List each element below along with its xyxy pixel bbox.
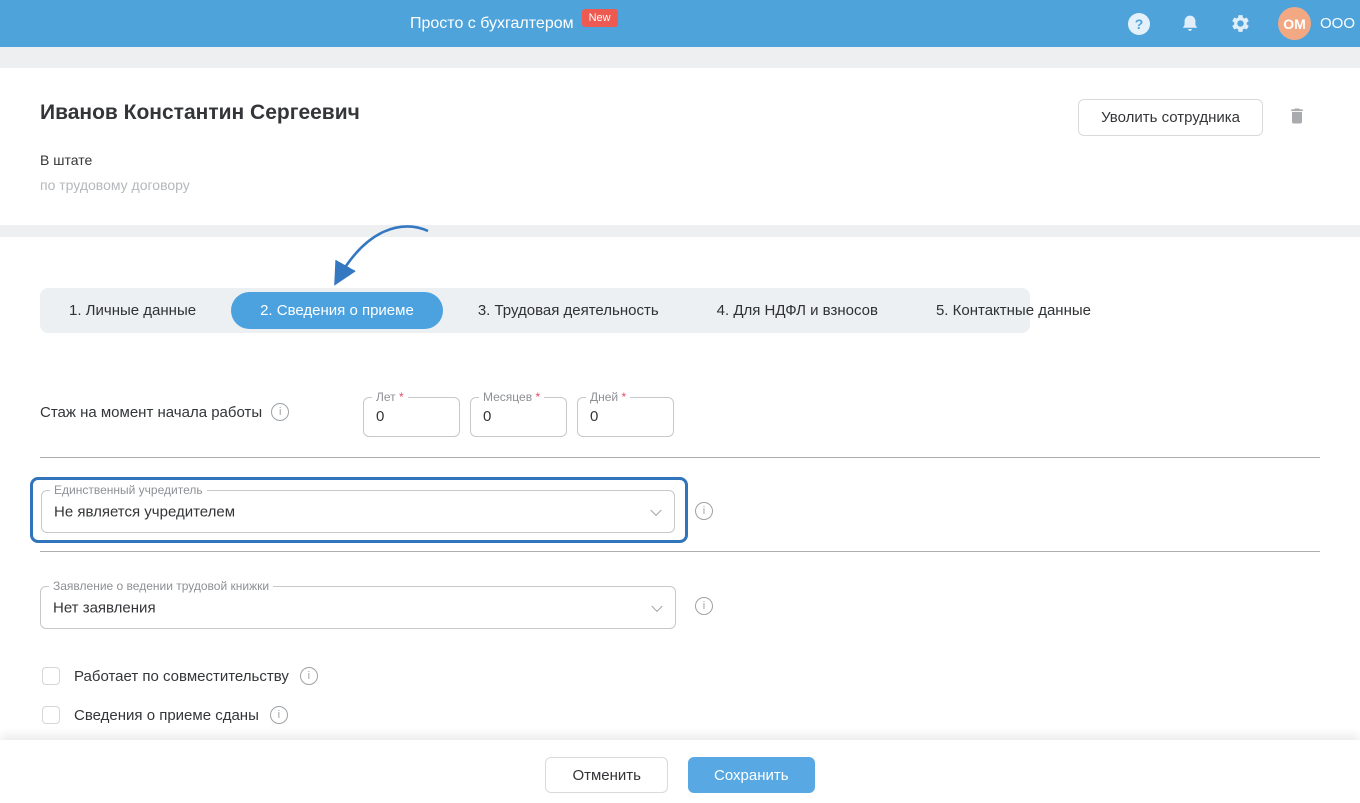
workbook-select-value: Нет заявления [53, 599, 156, 616]
app-title: Просто с бухгалтером [410, 15, 574, 33]
app-title-wrap: Просто с бухгалтером New [410, 0, 618, 47]
founder-highlight-box: Единственный учредитель Не является учре… [30, 477, 688, 543]
tab-ndfl-contributions[interactable]: 4. Для НДФЛ и взносов [688, 288, 907, 333]
gear-glyph [1230, 13, 1251, 34]
bell-glyph [1180, 14, 1200, 34]
chevron-down-icon [650, 504, 661, 515]
part-time-checkbox-row: Работает по совместительству i [42, 667, 318, 685]
experience-label-row: Стаж на момент начала работы i [40, 403, 289, 421]
info-icon[interactable]: i [270, 706, 288, 724]
workbook-select-label: Заявление о ведении трудовой книжки [49, 579, 273, 593]
info-icon[interactable]: i [695, 597, 713, 615]
years-field-label: Лет * [372, 390, 408, 404]
months-field-label: Месяцев * [479, 390, 544, 404]
info-icon[interactable]: i [695, 502, 713, 520]
cancel-button[interactable]: Отменить [545, 757, 668, 793]
dismiss-employee-button[interactable]: Уволить сотрудника [1078, 99, 1263, 136]
top-bar: Просто с бухгалтером New ? ОМ ООО [0, 0, 1360, 47]
tab-bar: 1. Личные данные 2. Сведения о приеме 3.… [40, 288, 1030, 333]
help-question-glyph: ? [1128, 13, 1150, 35]
bell-icon[interactable] [1178, 12, 1202, 36]
employee-form-card: 1. Личные данные 2. Сведения о приеме 3.… [0, 237, 1360, 740]
years-input[interactable] [376, 408, 456, 425]
new-badge: New [582, 9, 618, 27]
days-input[interactable] [590, 408, 670, 425]
trash-glyph [1287, 105, 1307, 127]
tab-work-activity[interactable]: 3. Трудовая деятельность [449, 288, 688, 333]
months-field: Месяцев * [470, 397, 567, 437]
employee-contract-type: по трудовому договору [40, 177, 190, 193]
org-name[interactable]: ООО [1320, 15, 1360, 32]
page-title: Иванов Константин Сергеевич [40, 101, 360, 125]
tab-hiring-info[interactable]: 2. Сведения о приеме [231, 292, 443, 329]
employee-header-card: Иванов Константин Сергеевич В штате по т… [0, 68, 1360, 225]
experience-fields: Лет * Месяцев * Дней * [363, 397, 674, 437]
section-divider [40, 457, 1320, 458]
employee-status: В штате [40, 152, 92, 168]
founder-select[interactable]: Единственный учредитель Не является учре… [41, 490, 675, 533]
part-time-checkbox[interactable] [42, 667, 60, 685]
experience-label: Стаж на момент начала работы [40, 404, 262, 421]
tab-contact-data[interactable]: 5. Контактные данные [907, 288, 1120, 333]
months-input[interactable] [483, 408, 563, 425]
help-icon[interactable]: ? [1127, 12, 1151, 36]
gear-icon[interactable] [1228, 12, 1252, 36]
form-action-bar: Отменить Сохранить [0, 740, 1360, 803]
years-field: Лет * [363, 397, 460, 437]
days-field: Дней * [577, 397, 674, 437]
chevron-down-icon [651, 600, 662, 611]
tab-personal-data[interactable]: 1. Личные данные [40, 288, 225, 333]
info-icon[interactable]: i [300, 667, 318, 685]
section-divider [40, 551, 1320, 552]
founder-select-label: Единственный учредитель [50, 483, 207, 497]
hiring-submitted-checkbox-row: Сведения о приеме сданы i [42, 706, 288, 724]
pointer-arrow [322, 221, 440, 295]
hiring-submitted-checkbox-label: Сведения о приеме сданы [74, 707, 259, 724]
workbook-select[interactable]: Заявление о ведении трудовой книжки Нет … [40, 586, 676, 629]
part-time-checkbox-label: Работает по совместительству [74, 668, 289, 685]
hiring-submitted-checkbox[interactable] [42, 706, 60, 724]
trash-icon[interactable] [1286, 105, 1308, 129]
info-icon[interactable]: i [271, 403, 289, 421]
days-field-label: Дней * [586, 390, 630, 404]
save-button[interactable]: Сохранить [688, 757, 815, 793]
founder-select-value: Не является учредителем [54, 503, 235, 520]
avatar[interactable]: ОМ [1278, 7, 1311, 40]
